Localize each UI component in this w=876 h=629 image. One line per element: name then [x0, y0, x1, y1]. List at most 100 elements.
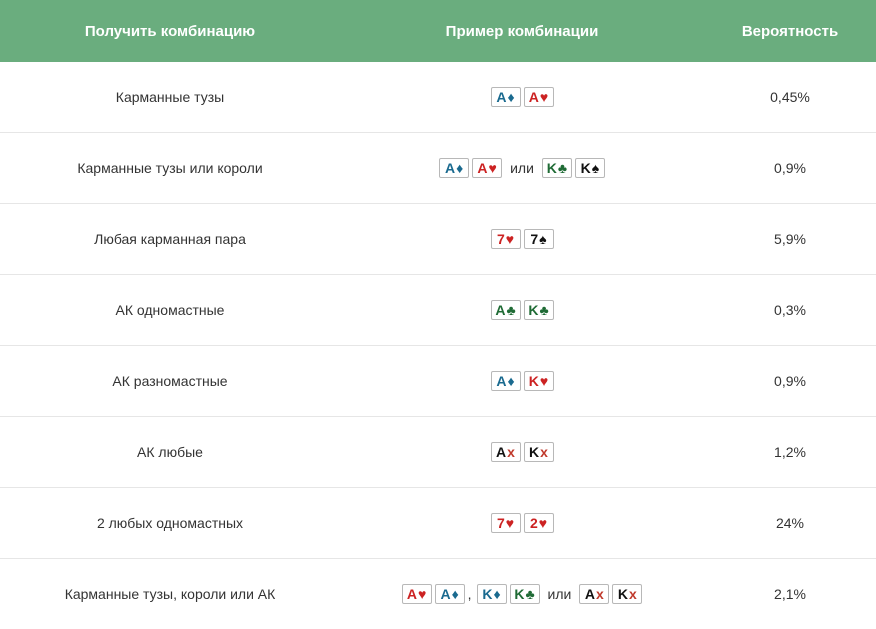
playing-card: K ♦ — [476, 584, 507, 604]
playing-card: K ♣ — [509, 584, 540, 604]
example-cell: 7 ♥ 7 ♠ — [340, 229, 704, 249]
probability-value: 0,3% — [774, 302, 806, 318]
playing-card: A ♣ — [490, 300, 521, 320]
playing-card: Kx — [523, 442, 554, 462]
playing-card: 2 ♥ — [523, 513, 554, 533]
example-cell: A ♦ K ♥ — [340, 371, 704, 391]
suit-icon: ♥ — [418, 586, 427, 602]
suit-icon: ♦ — [451, 586, 459, 602]
card-group: A ♣ K ♣ — [490, 300, 554, 320]
combination-label: АК разномастные — [112, 373, 228, 389]
card-rank: A — [496, 444, 507, 460]
table-row: Карманные тузы, короли или АК A ♥ A ♦, K ♦ K ♣ ил… — [0, 559, 876, 629]
card-rank: A — [477, 160, 488, 176]
card-rank: K — [529, 444, 540, 460]
suit-icon: ♠ — [591, 160, 600, 176]
suit-icon: ♣ — [557, 160, 568, 176]
card-rank: A — [528, 89, 539, 105]
table-row: Карманные тузы A ♦ A ♥ 0,45% — [0, 62, 876, 133]
combination-label: Любая карманная пара — [94, 231, 246, 247]
suit-icon: ♦ — [456, 160, 464, 176]
suit-icon: ♣ — [506, 302, 516, 318]
any-suit-icon: x — [540, 444, 548, 460]
probability-value: 0,9% — [774, 373, 806, 389]
card-rank: A — [495, 302, 506, 318]
card-rank: A — [406, 586, 418, 602]
probability-value: 24% — [775, 515, 805, 531]
card-rank: K — [514, 586, 525, 602]
playing-card: 7 ♥ — [490, 513, 521, 533]
card-rank: A — [584, 586, 595, 602]
card-rank: K — [546, 160, 557, 176]
card-rank: 7 — [530, 231, 539, 247]
probability-value: 0,45% — [770, 89, 810, 105]
probability-value: 0,9% — [774, 160, 806, 176]
card-rank: K — [580, 160, 591, 176]
card-rank: 2 — [529, 515, 538, 531]
table-row: АК одномастные A ♣ K ♣ 0,3% — [0, 275, 876, 346]
probability-value: 2,1% — [774, 586, 806, 602]
card-rank: A — [440, 586, 451, 602]
any-suit-icon: x — [596, 586, 604, 602]
example-cell: AxKx — [340, 442, 704, 462]
table-body: Карманные тузы A ♦ A ♥ 0,45% Карманные тузы ил… — [0, 62, 876, 629]
suit-icon: ♥ — [539, 89, 549, 105]
card-rank: K — [528, 302, 539, 318]
card-group: AxKx — [490, 442, 554, 462]
playing-card: A ♥ — [472, 158, 503, 178]
header-combination: Получить комбинацию — [84, 22, 256, 40]
playing-card: A ♥ — [523, 87, 554, 107]
example-cell: A ♦ A ♥ — [340, 87, 704, 107]
table-header: Получить комбинацию Пример комбинации Ве… — [0, 0, 876, 62]
suit-icon: ♦ — [493, 586, 501, 602]
card-rank: 7 — [496, 515, 505, 531]
playing-card: Ax — [579, 584, 610, 604]
card-group: A ♦ A ♥ — [490, 87, 554, 107]
card-rank: K — [528, 373, 539, 389]
card-rank: K — [482, 586, 493, 602]
probability-table: Получить комбинацию Пример комбинации Ве… — [0, 0, 876, 629]
table-row: Любая карманная пара 7 ♥ 7 ♠ 5,9% — [0, 204, 876, 275]
suit-icon: ♥ — [538, 515, 548, 531]
combination-label: АК любые — [137, 444, 203, 460]
combination-label: 2 любых одномастных — [96, 515, 244, 531]
example-cell: 7 ♥ 2 ♥ — [340, 513, 704, 533]
probability-value: 1,2% — [774, 444, 806, 460]
card-group: A ♦ A ♥ или K ♣ K ♠ — [439, 158, 605, 178]
playing-card: A ♦ — [490, 87, 521, 107]
table-row: 2 любых одномастных 7 ♥ 2 ♥ 24% — [0, 488, 876, 559]
combination-label: Карманные тузы или короли — [77, 160, 263, 176]
any-suit-icon: x — [507, 444, 515, 460]
combination-label: Карманные тузы — [115, 89, 225, 105]
suit-icon: ♦ — [507, 373, 515, 389]
card-group: 7 ♥ 2 ♥ — [490, 513, 554, 533]
playing-card: K ♥ — [523, 371, 554, 391]
probability-value: 5,9% — [774, 231, 806, 247]
separator-or: или — [547, 586, 572, 602]
example-cell: A ♥ A ♦, K ♦ K ♣ или Ax Kx — [340, 584, 704, 604]
example-cell: A ♣ K ♣ — [340, 300, 704, 320]
suit-icon: ♥ — [539, 373, 549, 389]
separator-or: или — [510, 160, 534, 176]
example-cell: A ♦ A ♥ или K ♣ K ♠ — [340, 158, 704, 178]
card-group: A ♥ A ♦, K ♦ K ♣ или Ax Kx — [401, 584, 643, 604]
table-row: АК разномастные A ♦ K ♥ 0,9% — [0, 346, 876, 417]
suit-icon: ♥ — [488, 160, 497, 176]
playing-card: A ♦ — [490, 371, 521, 391]
playing-card: A ♦ — [434, 584, 465, 604]
any-suit-icon: x — [629, 586, 637, 602]
table-row: Карманные тузы или короли A ♦ A ♥ или K ♣ K ♠ 0,9% — [0, 133, 876, 204]
playing-card: 7 ♠ — [523, 229, 554, 249]
suit-icon: ♥ — [505, 231, 515, 247]
combination-label: АК одномастные — [115, 302, 225, 318]
playing-card: A ♥ — [401, 584, 432, 604]
suit-icon: ♥ — [505, 515, 515, 531]
card-rank: K — [617, 586, 628, 602]
card-group: 7 ♥ 7 ♠ — [490, 229, 554, 249]
card-rank: A — [444, 160, 456, 176]
playing-card: 7 ♥ — [490, 229, 521, 249]
separator-comma: , — [467, 586, 472, 602]
playing-card: K ♠ — [574, 158, 605, 178]
combination-label: Карманные тузы, короли или АК — [64, 586, 276, 602]
card-rank: A — [496, 373, 507, 389]
